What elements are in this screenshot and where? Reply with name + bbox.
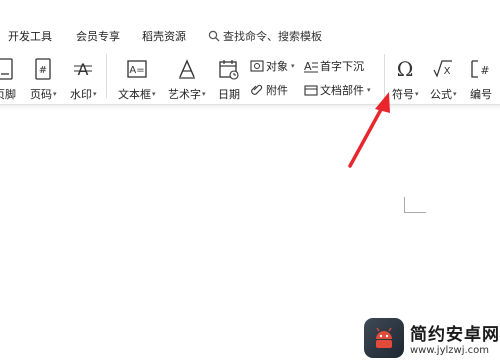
annotation-arrow xyxy=(348,92,390,168)
watermark-title: 简约安卓网 xyxy=(410,325,500,345)
site-watermark: 简约安卓网 www.jylzwj.com xyxy=(364,318,500,358)
watermark-url: www.jylzwj.com xyxy=(410,345,490,356)
android-logo-icon xyxy=(364,318,404,358)
